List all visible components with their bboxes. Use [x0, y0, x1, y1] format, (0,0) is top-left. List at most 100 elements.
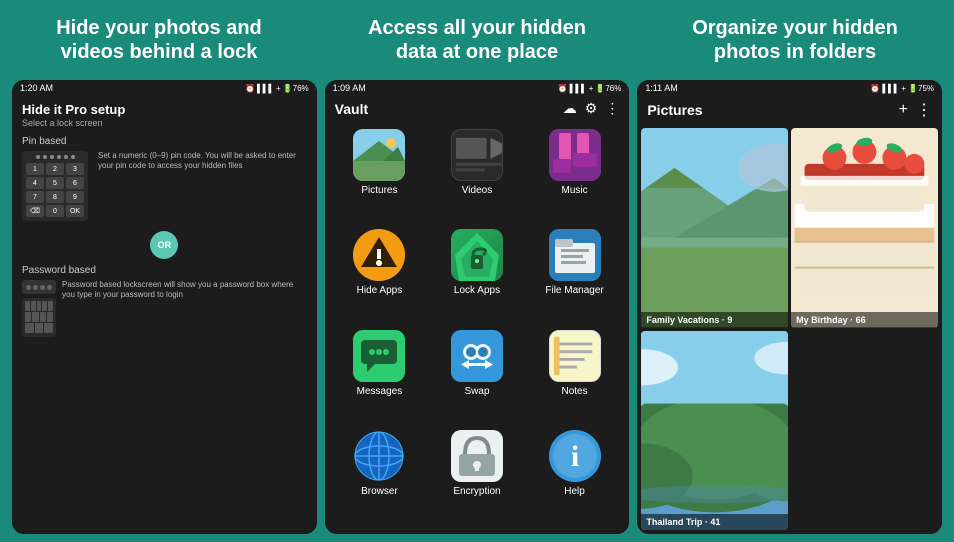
pin-dot	[43, 155, 47, 159]
grid-item-encryption[interactable]: Encryption	[430, 430, 524, 526]
pin-section-label: Pin based	[22, 136, 307, 147]
grid-item-hideapps[interactable]: Hide Apps	[333, 229, 427, 325]
kb-key[interactable]	[25, 323, 34, 333]
thailand-image	[641, 331, 788, 531]
key-del[interactable]: ⌫	[26, 205, 44, 217]
kb-key[interactable]	[48, 301, 53, 311]
kb-key[interactable]	[37, 301, 42, 311]
keypad-row: 4 5 6	[26, 177, 84, 189]
kb-key[interactable]	[44, 323, 53, 333]
kb-key[interactable]	[25, 312, 31, 322]
key-4[interactable]: 4	[26, 177, 44, 189]
kb-key[interactable]	[31, 301, 36, 311]
kb-key[interactable]	[42, 301, 47, 311]
kb-key[interactable]	[32, 312, 38, 322]
grid-item-filemanager[interactable]: File Manager	[528, 229, 622, 325]
add-icon[interactable]: +	[899, 101, 908, 119]
key-9[interactable]: 9	[66, 191, 84, 203]
phone3-time: 1:11 AM	[645, 83, 677, 93]
key-7[interactable]: 7	[26, 191, 44, 203]
pin-keypad: 1 2 3 4 5 6 7 8	[22, 151, 88, 221]
kb-key[interactable]	[47, 312, 53, 322]
pw-dot	[40, 285, 45, 290]
grid-item-help[interactable]: i Help	[528, 430, 622, 526]
swap-icon	[451, 330, 503, 382]
swap-svg	[451, 330, 503, 382]
phones-row: 1:20 AM ⏰ ▌▌▌ + 🔋76% Hide it Pro setup S…	[0, 80, 954, 542]
key-8[interactable]: 8	[46, 191, 64, 203]
signal-icon: ▌▌▌	[882, 84, 899, 93]
pw-row: Password based lockscreen will show you …	[22, 280, 307, 337]
grid-item-music[interactable]: Music	[528, 129, 622, 225]
hideapps-svg	[353, 229, 405, 281]
help-icon: i	[549, 430, 601, 482]
kb-key[interactable]	[35, 323, 44, 333]
more-icon[interactable]: ⋮	[605, 100, 619, 117]
family-vacations-label: Family Vacations · 9	[641, 312, 788, 328]
signal-icon: ▌▌▌	[570, 84, 587, 93]
hideapps-icon	[353, 229, 405, 281]
grid-label-browser: Browser	[361, 486, 398, 497]
cloud-icon[interactable]: ☁	[563, 100, 577, 117]
header-3: Organize your hiddenphotos in folders	[636, 0, 954, 80]
phone-2: 1:09 AM ⏰ ▌▌▌ + 🔋76% Vault ☁ ⚙ ⋮	[325, 80, 630, 534]
key-0[interactable]: 0	[46, 205, 64, 217]
pin-dots	[26, 155, 84, 159]
photo-family-vacations[interactable]: Family Vacations · 9	[641, 128, 788, 328]
notes-icon	[549, 330, 601, 382]
phone3-status-icons: ⏰ ▌▌▌ + 🔋75%	[870, 84, 934, 93]
grid-label-messages: Messages	[357, 386, 403, 397]
phone1-title: Hide it Pro setup	[22, 102, 307, 117]
key-6[interactable]: 6	[66, 177, 84, 189]
battery-icon: 🔋75%	[908, 84, 934, 93]
grid-item-pictures[interactable]: Pictures	[333, 129, 427, 225]
grid-item-swap[interactable]: Swap	[430, 330, 524, 426]
lockapps-svg	[451, 229, 503, 281]
messages-icon	[353, 330, 405, 382]
grid-item-lockapps[interactable]: Lock Apps	[430, 229, 524, 325]
filemanager-icon	[549, 229, 601, 281]
password-section-label: Password based	[22, 265, 307, 276]
kb-key[interactable]	[25, 301, 30, 311]
encryption-svg	[451, 430, 503, 482]
pictures-grid: Family Vacations · 9	[637, 124, 942, 534]
phone1-time: 1:20 AM	[20, 83, 53, 93]
pw-dots	[26, 285, 52, 290]
key-1[interactable]: 1	[26, 163, 44, 175]
wifi-icon: +	[589, 84, 594, 93]
header-2: Access all your hiddendata at one place	[318, 0, 636, 80]
kb-key[interactable]	[40, 312, 46, 322]
phone1-subtitle: Select a lock screen	[22, 118, 307, 128]
key-3[interactable]: 3	[66, 163, 84, 175]
grid-label-videos: Videos	[462, 185, 492, 196]
grid-item-browser[interactable]: Browser	[333, 430, 427, 526]
more-icon[interactable]: ⋮	[916, 100, 932, 120]
key-ok[interactable]: OK	[66, 205, 84, 217]
password-keyboard-mock	[22, 298, 56, 337]
vault-grid: Pictures Videos	[325, 121, 630, 534]
grid-label-music: Music	[561, 185, 587, 196]
pin-dot	[57, 155, 61, 159]
alarm-icon: ⏰	[558, 84, 568, 93]
kb-row	[25, 323, 53, 333]
kb-row	[25, 301, 53, 311]
filemanager-svg	[549, 229, 601, 281]
pictures-svg	[353, 129, 405, 181]
pin-dot	[64, 155, 68, 159]
grid-label-lockapps: Lock Apps	[454, 285, 500, 296]
key-2[interactable]: 2	[46, 163, 64, 175]
grid-label-notes: Notes	[561, 386, 587, 397]
phone3-status-bar: 1:11 AM ⏰ ▌▌▌ + 🔋75%	[637, 80, 942, 96]
grid-item-messages[interactable]: Messages	[333, 330, 427, 426]
grid-item-videos[interactable]: Videos	[430, 129, 524, 225]
password-input-mock[interactable]	[22, 280, 56, 294]
photo-thailand-trip[interactable]: Thailand Trip · 41	[641, 331, 788, 531]
key-5[interactable]: 5	[46, 177, 64, 189]
grid-label-encryption: Encryption	[453, 486, 500, 497]
music-icon	[549, 129, 601, 181]
grid-item-notes[interactable]: Notes	[528, 330, 622, 426]
pictures-icon	[353, 129, 405, 181]
phone2-header: Vault ☁ ⚙ ⋮	[325, 96, 630, 121]
sliders-icon[interactable]: ⚙	[585, 100, 598, 117]
photo-my-birthday[interactable]: My Birthday · 66	[791, 128, 938, 328]
